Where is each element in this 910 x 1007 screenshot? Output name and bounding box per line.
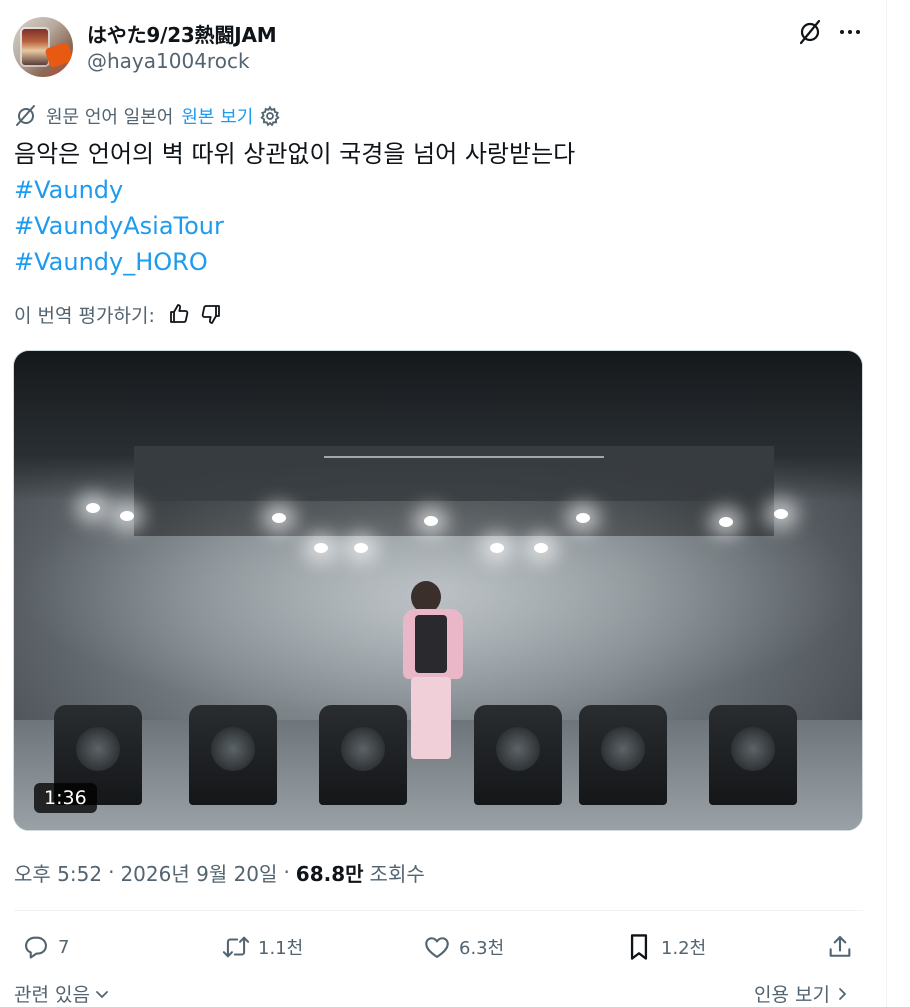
reply-button[interactable]: 7 xyxy=(20,928,69,966)
retweet-icon xyxy=(220,931,252,963)
retweet-count: 1.1천 xyxy=(258,938,304,959)
stage-fixture xyxy=(189,705,277,805)
stage-light xyxy=(576,513,590,523)
more-icon xyxy=(838,20,862,44)
reply-count: 7 xyxy=(58,936,70,958)
views-label: 조회수 xyxy=(369,861,425,886)
share-button[interactable] xyxy=(824,928,862,966)
grok-button[interactable] xyxy=(794,16,826,48)
stage-light xyxy=(314,543,328,553)
stage-fixture xyxy=(319,705,407,805)
hashtag-link[interactable]: #Vaundy_HORO xyxy=(14,244,575,280)
avatar[interactable] xyxy=(13,17,73,77)
stage-light xyxy=(534,543,548,553)
video-player[interactable]: 1:36 xyxy=(13,350,863,831)
bookmark-button[interactable]: 1.2천 xyxy=(623,928,706,966)
like-button[interactable]: 6.3천 xyxy=(421,928,504,966)
avatar-poster-image xyxy=(22,29,48,65)
rate-translation: 이 번역 평가하기: xyxy=(14,298,225,330)
thumbs-down-icon xyxy=(199,302,223,326)
author-display-name[interactable]: はやた9/23熱闘JAM xyxy=(87,19,277,48)
stage-fixture xyxy=(579,705,667,805)
view-quotes-label: 인용 보기 xyxy=(754,984,830,1006)
stage-light xyxy=(490,543,504,553)
chevron-down-icon xyxy=(94,986,110,1002)
tweet-meta: 오후 5:52 · 2026년 9월 20일 · 68.8만 조회수 xyxy=(14,856,425,888)
translate-icon xyxy=(14,104,38,128)
settings-gear-icon[interactable] xyxy=(259,105,281,127)
thumbs-up-icon xyxy=(167,302,191,326)
views-count: 68.8만 xyxy=(295,861,364,886)
grok-icon xyxy=(796,18,824,46)
thumbs-down-button[interactable] xyxy=(197,300,225,328)
divider xyxy=(14,910,863,911)
stage-light xyxy=(719,517,733,527)
stage-fixture xyxy=(474,705,562,805)
related-label: 관련 있음 xyxy=(14,984,90,1006)
performer-figure xyxy=(399,581,469,766)
scrollbar-track[interactable] xyxy=(886,0,887,1007)
video-duration-badge: 1:36 xyxy=(34,783,97,813)
retweet-button[interactable]: 1.1천 xyxy=(220,928,303,966)
stage-light xyxy=(272,513,286,523)
stage-light xyxy=(86,503,100,513)
stage-fixture xyxy=(709,705,797,805)
avatar-towel-image xyxy=(44,41,73,69)
tweet-date[interactable]: 2026년 9월 20일 xyxy=(120,858,277,887)
hashtag-link[interactable]: #Vaundy xyxy=(14,172,575,208)
video-frame-beam xyxy=(324,456,604,458)
translation-info: 원문 언어 일본어 원본 보기 xyxy=(14,102,281,130)
more-options-button[interactable] xyxy=(834,16,866,48)
meta-separator: · xyxy=(283,860,290,884)
view-quotes-link[interactable]: 인용 보기 xyxy=(754,980,850,1007)
show-original-link[interactable]: 원본 보기 xyxy=(181,103,253,129)
rate-translation-label: 이 번역 평가하기: xyxy=(14,304,155,327)
thumbs-up-button[interactable] xyxy=(165,300,193,328)
translation-source-label: 원문 언어 일본어 xyxy=(46,107,174,128)
tweet-body: 음악은 언어의 벽 따위 상관없이 국경을 넘어 사랑받는다 #Vaundy #… xyxy=(14,136,575,280)
stage-light xyxy=(354,543,368,553)
meta-separator: · xyxy=(108,860,115,884)
tweet-text: 음악은 언어의 벽 따위 상관없이 국경을 넘어 사랑받는다 xyxy=(14,140,576,168)
tweet-time[interactable]: 오후 5:52 xyxy=(14,858,102,887)
stage-light xyxy=(424,516,438,526)
author-handle[interactable]: @haya1004rock xyxy=(87,49,250,73)
reply-icon xyxy=(20,931,52,963)
stage-light xyxy=(120,511,134,521)
stage-light xyxy=(774,509,788,519)
related-dropdown[interactable]: 관련 있음 xyxy=(14,980,110,1007)
bookmark-icon xyxy=(623,931,655,963)
heart-icon xyxy=(421,931,453,963)
chevron-right-icon xyxy=(834,986,850,1002)
bookmark-count: 1.2천 xyxy=(661,938,707,959)
hashtag-link[interactable]: #VaundyAsiaTour xyxy=(14,208,575,244)
like-count: 6.3천 xyxy=(459,938,505,959)
share-icon xyxy=(824,931,856,963)
